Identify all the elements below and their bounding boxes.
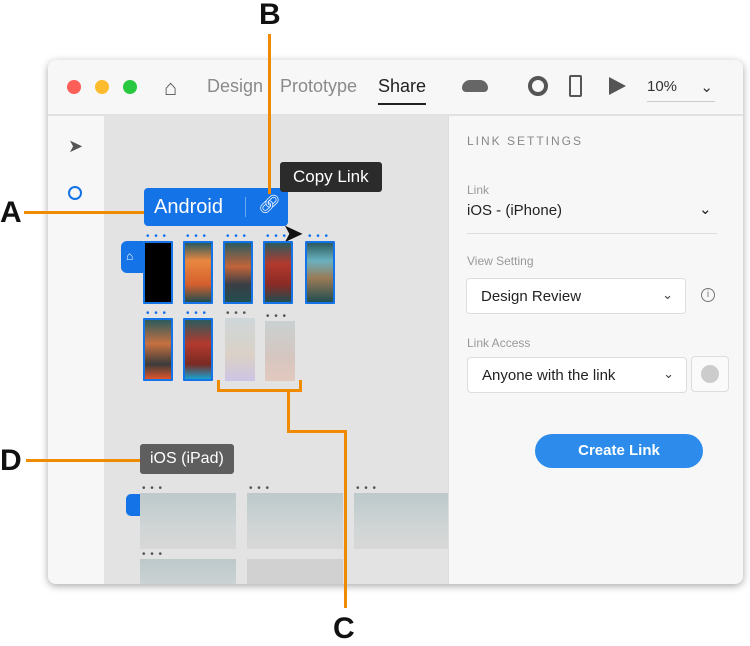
artboard-thumb[interactable] [143, 318, 173, 381]
ipad-artboard-thumb[interactable] [140, 493, 236, 549]
device-preview-icon[interactable] [569, 75, 582, 97]
artboard-more[interactable]: • • • [266, 312, 287, 322]
artboard-more[interactable]: • • • [266, 232, 287, 242]
ipad-artboard-thumb[interactable] [247, 559, 343, 584]
create-link-button[interactable]: Create Link [535, 434, 703, 468]
artboard-more[interactable]: • • • [186, 232, 207, 242]
link-icon[interactable]: 🔗︎ [258, 194, 281, 215]
callout-b: B [259, 0, 281, 31]
ipad-artboard-thumb[interactable] [140, 559, 236, 584]
tab-share[interactable]: Share [378, 76, 427, 105]
close-button[interactable] [67, 80, 81, 94]
artboard-thumb[interactable] [143, 241, 173, 304]
xd-window: ⌂ Design Prototype Share 10% ⌄ ➤ Android 🔗… [48, 60, 743, 584]
artboard-more[interactable]: • • • [146, 232, 167, 242]
ipad-artboard-label[interactable]: iOS (iPad) [140, 444, 234, 474]
callout-a: A [0, 196, 22, 229]
link-access-label: Link Access [467, 336, 531, 350]
callout-c-line [287, 390, 290, 433]
copy-link-tooltip: Copy Link [280, 162, 382, 192]
toolbar: ➤ [48, 116, 104, 584]
zoom-value: 10% [647, 78, 678, 95]
invite-button[interactable] [691, 356, 729, 392]
artboard-thumb[interactable] [263, 241, 293, 304]
view-setting-select[interactable]: Design Review ⌄ [466, 278, 686, 314]
chevron-down-icon: ⌄ [662, 287, 673, 302]
callout-d-line [26, 459, 140, 462]
cloud-icon[interactable] [462, 80, 488, 92]
artboard-thumb[interactable] [265, 321, 295, 381]
view-setting-value: Design Review [481, 288, 582, 305]
artboard-more[interactable]: • • • [356, 484, 377, 494]
link-select[interactable]: iOS - (iPhone) ⌄ [467, 201, 717, 234]
callout-a-line [24, 211, 144, 214]
select-tool-icon[interactable]: ➤ [68, 136, 83, 157]
artboard-thumb[interactable] [183, 241, 213, 304]
artboard-more[interactable]: • • • [308, 232, 329, 242]
home-icon[interactable]: ⌂ [164, 75, 177, 101]
view-setting-label: View Setting [467, 254, 534, 268]
home-artboard-marker [126, 494, 140, 516]
tab-prototype[interactable]: Prototype [280, 76, 357, 97]
chevron-down-icon: ⌄ [700, 79, 713, 96]
android-artboard-label[interactable]: Android 🔗︎ [144, 188, 288, 226]
artboard-more[interactable]: • • • [142, 484, 163, 494]
callout-b-line [268, 34, 271, 194]
artboard-more[interactable]: • • • [249, 484, 270, 494]
ipad-artboard-thumb[interactable] [354, 493, 450, 549]
artboard-more[interactable]: • • • [186, 309, 207, 319]
search-icon[interactable] [68, 186, 82, 200]
artboard-thumb[interactable] [305, 241, 335, 304]
panel-heading: LINK SETTINGS [467, 134, 584, 148]
link-value: iOS - (iPhone) [467, 202, 563, 219]
canvas: Android 🔗︎ Copy Link ➤ ⌂ • • • • • • • • … [104, 116, 450, 584]
info-icon[interactable]: i [701, 288, 715, 302]
artboard-thumb[interactable] [225, 318, 255, 381]
chevron-down-icon: ⌄ [699, 201, 712, 218]
artboard-more[interactable]: • • • [226, 232, 247, 242]
add-user-icon [701, 365, 719, 383]
maximize-button[interactable] [123, 80, 137, 94]
artboard-more[interactable]: • • • [142, 550, 163, 560]
link-label: Link [467, 183, 490, 197]
invite-user-icon[interactable] [528, 76, 548, 96]
zoom-select[interactable]: 10% ⌄ [647, 78, 715, 102]
chevron-down-icon: ⌄ [663, 366, 674, 381]
home-artboard-icon: ⌂ [121, 241, 143, 273]
callout-c-line [344, 430, 347, 608]
link-settings-panel: LINK SETTINGS Link iOS - (iPhone) ⌄ View … [448, 116, 743, 584]
link-access-value: Anyone with the link [482, 367, 616, 384]
artboard-more[interactable]: • • • [146, 309, 167, 319]
minimize-button[interactable] [95, 80, 109, 94]
title-bar: ⌂ Design Prototype Share 10% ⌄ [48, 60, 743, 116]
android-label: Android [154, 196, 223, 218]
callout-c: C [333, 612, 355, 645]
callout-d: D [0, 444, 22, 477]
callout-c-line [287, 430, 347, 433]
link-access-select[interactable]: Anyone with the link ⌄ [467, 357, 687, 393]
tab-design[interactable]: Design [207, 76, 263, 97]
ipad-artboard-thumb[interactable] [247, 493, 343, 549]
artboard-thumb[interactable] [223, 241, 253, 304]
artboard-more[interactable]: • • • [226, 309, 247, 319]
artboard-thumb[interactable] [183, 318, 213, 381]
play-icon[interactable] [609, 77, 626, 95]
